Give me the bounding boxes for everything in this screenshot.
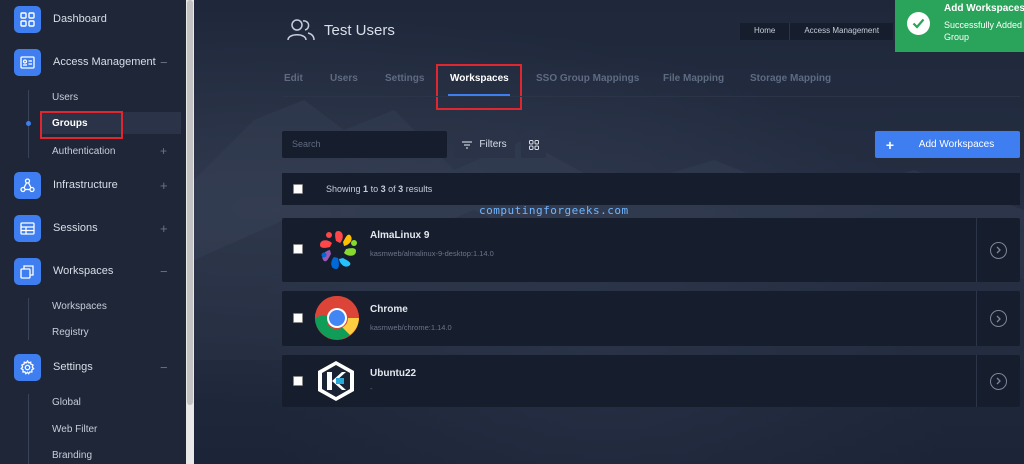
sidebar: Dashboard Access Management − Users Grou…: [0, 0, 186, 464]
expand-icon[interactable]: +: [160, 221, 168, 236]
sidebar-item-label: Access Management: [53, 56, 156, 68]
sidebar-item-label: Registry: [52, 326, 89, 338]
workspace-name: Ubuntu22: [370, 368, 417, 379]
chevron-right-icon: [990, 241, 1007, 259]
filters-label: Filters: [479, 139, 507, 150]
select-all-checkbox[interactable]: [293, 184, 303, 194]
windows-icon: [14, 257, 41, 285]
expand-icon[interactable]: +: [160, 178, 168, 193]
workspace-row[interactable]: Ubuntu22 -: [282, 355, 1020, 407]
workspace-image: kasmweb/chrome:1.14.0: [370, 323, 452, 332]
toast-message: Successfully Added to Group: [944, 20, 1024, 42]
workspace-image: -: [370, 384, 373, 393]
users-icon: [287, 19, 315, 41]
sidebar-item-label: Infrastructure: [53, 179, 118, 191]
sidebar-item-workspaces[interactable]: Workspaces −: [14, 256, 168, 286]
breadcrumb: Home Access Management: [740, 23, 894, 40]
sidebar-item-workspaces-list[interactable]: Workspaces: [40, 295, 181, 317]
row-checkbox[interactable]: [293, 244, 303, 254]
tab-settings[interactable]: Settings: [385, 73, 424, 84]
sidebar-item-authentication[interactable]: Authentication +: [40, 140, 181, 162]
results-count: Showing 1 to 3 of 3 results: [326, 184, 433, 194]
highlight-box: [436, 64, 522, 110]
tab-divider: [282, 96, 1020, 97]
sidebar-item-label: Workspaces: [52, 300, 107, 312]
sidebar-item-registry[interactable]: Registry: [40, 321, 181, 343]
row-open-button[interactable]: [976, 355, 1020, 407]
expand-icon[interactable]: +: [160, 144, 167, 158]
network-icon: [14, 171, 41, 199]
workspace-row[interactable]: Chrome kasmweb/chrome:1.14.0: [282, 291, 1020, 346]
page-title: Test Users: [324, 22, 395, 39]
grid-icon: [528, 139, 539, 150]
kasm-logo: [318, 361, 354, 401]
collapse-icon[interactable]: −: [160, 360, 168, 375]
sidebar-item-label: Branding: [52, 449, 93, 461]
scrollbar-thumb[interactable]: [187, 0, 193, 405]
chrome-logo: [314, 296, 359, 340]
success-toast[interactable]: Add Workspaces Successfully Added to Gro…: [895, 0, 1024, 52]
sidebar-item-label: Web Filter: [52, 423, 98, 435]
sidebar-item-label: Settings: [53, 361, 93, 373]
row-checkbox[interactable]: [293, 376, 303, 386]
add-workspaces-button[interactable]: + Add Workspaces: [875, 131, 1020, 158]
breadcrumb-home[interactable]: Home: [740, 23, 789, 40]
filter-icon: [462, 140, 473, 149]
sidebar-item-label: Sessions: [53, 222, 98, 234]
sidebar-item-sessions[interactable]: Sessions +: [14, 213, 168, 243]
sidebar-item-web-filter[interactable]: Web Filter: [40, 418, 181, 440]
sidebar-item-infrastructure[interactable]: Infrastructure +: [14, 170, 168, 200]
sidebar-item-settings[interactable]: Settings −: [14, 352, 168, 382]
tab-sso-group-mappings[interactable]: SSO Group Mappings: [536, 73, 639, 84]
check-circle-icon: [907, 12, 930, 35]
sidebar-item-branding[interactable]: Branding: [40, 444, 181, 464]
collapse-icon[interactable]: −: [160, 264, 168, 279]
watermark: computingforgeeks.com: [479, 204, 629, 217]
sidebar-item-dashboard[interactable]: Dashboard: [14, 4, 107, 34]
tab-edit[interactable]: Edit: [284, 73, 303, 84]
chevron-right-icon: [990, 372, 1007, 390]
sidebar-item-label: Global: [52, 396, 81, 408]
grid-view-button[interactable]: [521, 131, 546, 158]
collapse-icon[interactable]: −: [160, 55, 168, 70]
table-icon: [14, 214, 41, 242]
breadcrumb-access-management[interactable]: Access Management: [789, 23, 893, 40]
gear-icon: [14, 353, 41, 381]
sidebar-item-label: Workspaces: [53, 265, 114, 277]
filters-button[interactable]: Filters: [454, 131, 515, 158]
tree-line: [28, 298, 29, 340]
workspace-name: AlmaLinux 9: [370, 230, 430, 241]
highlight-box: [40, 111, 123, 139]
sidebar-item-global[interactable]: Global: [40, 391, 181, 413]
sidebar-scrollbar[interactable]: [186, 0, 194, 464]
toast-title: Add Workspaces: [944, 3, 1024, 14]
row-open-button[interactable]: [976, 291, 1020, 346]
sidebar-item-access-management[interactable]: Access Management −: [14, 47, 168, 77]
row-open-button[interactable]: [976, 218, 1020, 282]
workspace-image: kasmweb/almalinux-9-desktop:1.14.0: [370, 249, 494, 258]
almalinux-logo: [320, 231, 357, 269]
chevron-right-icon: [990, 310, 1007, 327]
sidebar-item-label: Users: [52, 91, 79, 103]
active-dot: [26, 121, 31, 126]
results-header: Showing 1 to 3 of 3 results: [282, 173, 1020, 205]
search-field[interactable]: [282, 131, 447, 158]
workspace-name: Chrome: [370, 304, 408, 315]
tab-file-mapping[interactable]: File Mapping: [663, 73, 724, 84]
main-content: Test Users Home Access Management Edit U…: [194, 0, 1024, 464]
sidebar-item-label: Authentication: [52, 145, 116, 157]
row-checkbox[interactable]: [293, 313, 303, 323]
sidebar-item-users[interactable]: Users: [40, 86, 181, 108]
id-card-icon: [14, 48, 41, 76]
add-workspaces-label: Add Workspaces: [918, 139, 995, 150]
search-input[interactable]: [292, 139, 437, 149]
tab-storage-mapping[interactable]: Storage Mapping: [750, 73, 831, 84]
workspace-row[interactable]: AlmaLinux 9 kasmweb/almalinux-9-desktop:…: [282, 218, 1020, 282]
plus-icon: +: [885, 136, 895, 153]
tree-line: [28, 394, 29, 464]
tab-users[interactable]: Users: [330, 73, 358, 84]
dashboard-icon: [14, 5, 41, 33]
sidebar-item-label: Dashboard: [53, 13, 107, 25]
